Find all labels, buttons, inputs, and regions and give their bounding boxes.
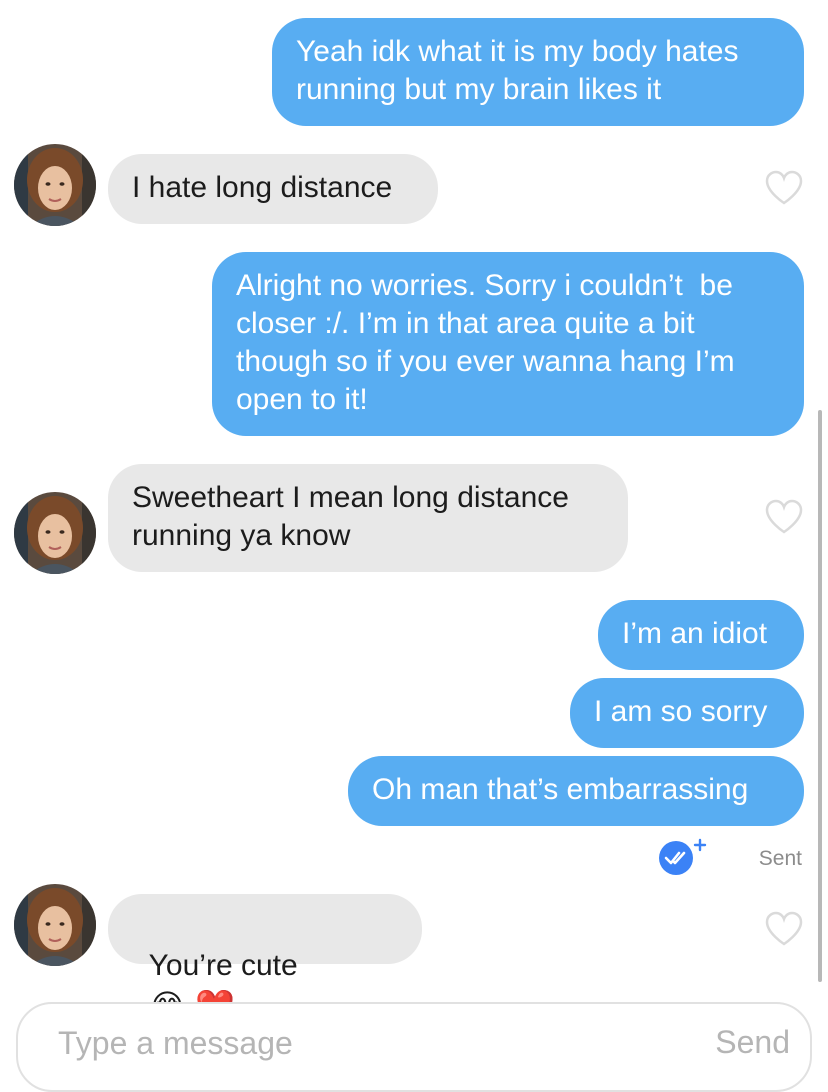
send-button[interactable]: Send	[715, 1024, 790, 1061]
message-outgoing[interactable]: I’m an idiot	[598, 600, 804, 670]
heart-icon[interactable]	[764, 499, 804, 535]
message-input[interactable]	[56, 1022, 620, 1064]
message-outgoing[interactable]: Oh man that’s embarrassing	[348, 756, 804, 826]
sent-label: Sent	[758, 847, 802, 870]
scrollbar[interactable]	[818, 410, 822, 982]
message-composer: Send	[16, 1002, 812, 1092]
sent-status: Sent	[656, 836, 806, 876]
message-outgoing[interactable]: I am so sorry	[570, 678, 804, 748]
avatar[interactable]	[14, 144, 96, 226]
message-incoming[interactable]: You’re cute 😂 ❤️	[108, 894, 422, 1024]
avatar[interactable]	[14, 492, 96, 574]
double-check-boost-icon	[659, 838, 707, 875]
avatar[interactable]	[14, 884, 96, 966]
message-text: You’re cute	[148, 949, 298, 982]
message-incoming[interactable]: I hate long distance	[108, 154, 438, 224]
message-outgoing[interactable]: Alright no worries. Sorry i couldn’t be …	[212, 252, 804, 436]
message-incoming[interactable]: Sweetheart I mean long distance running …	[108, 464, 628, 572]
message-outgoing[interactable]: Yeah idk what it is my body hates runnin…	[272, 18, 804, 126]
heart-icon[interactable]	[764, 170, 804, 206]
heart-icon[interactable]	[764, 911, 804, 947]
